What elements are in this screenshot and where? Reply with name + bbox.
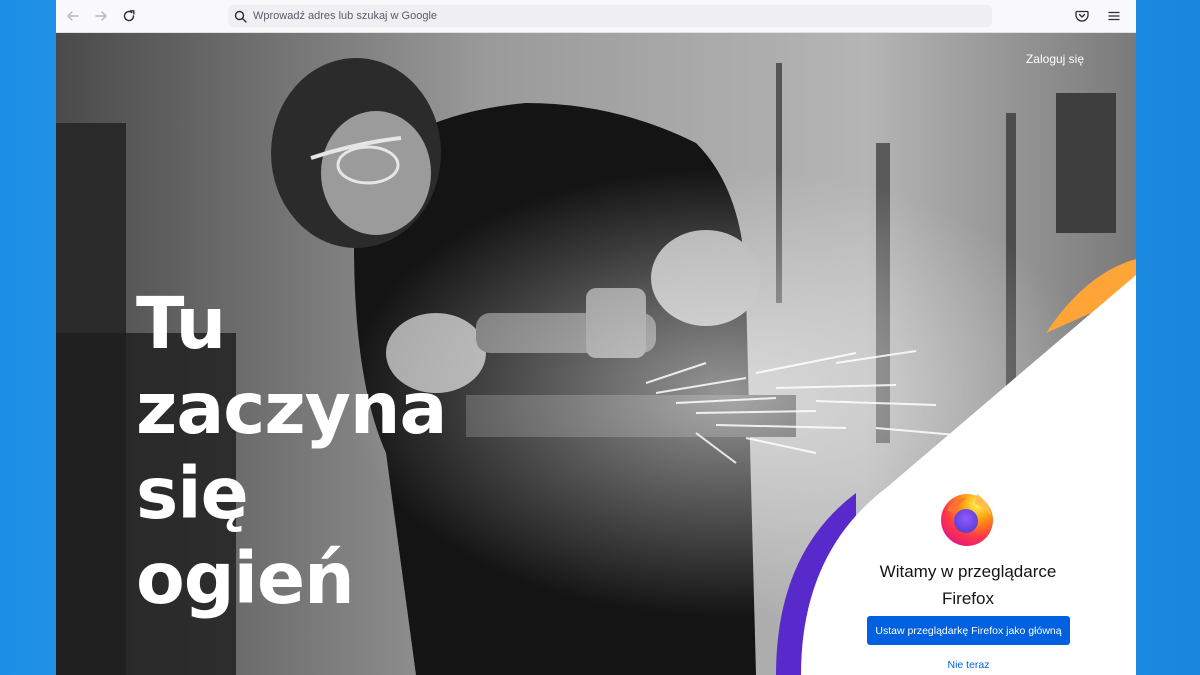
not-now-link[interactable]: Nie teraz <box>868 659 1069 671</box>
pocket-icon <box>1075 10 1089 22</box>
headline-line: Tu <box>136 282 226 365</box>
reload-button[interactable] <box>116 3 142 29</box>
welcome-title: Witamy w przeglądarce Firefox <box>879 562 1057 608</box>
headline-line: się <box>136 452 249 535</box>
address-input[interactable] <box>253 10 953 22</box>
reload-icon <box>123 10 135 22</box>
set-default-browser-button[interactable]: Ustaw przeglądarkę Firefox jako główną <box>867 616 1070 645</box>
menu-button[interactable] <box>1102 4 1126 28</box>
hero-headline: Tu zaczyna się ogień <box>136 281 447 621</box>
welcome-page: Zaloguj się Tu zaczyna się ogień Witamy … <box>56 33 1136 675</box>
pocket-button[interactable] <box>1070 4 1094 28</box>
headline-line: zaczyna <box>136 367 447 450</box>
hamburger-menu-icon <box>1108 11 1120 21</box>
search-icon <box>234 10 247 23</box>
browser-window: Zaloguj się Tu zaczyna się ogień <box>56 0 1136 675</box>
arrow-right-icon <box>95 11 107 21</box>
arrow-left-icon <box>67 11 79 21</box>
address-bar[interactable] <box>228 5 992 27</box>
forward-button[interactable] <box>88 3 114 29</box>
signin-link[interactable]: Zaloguj się <box>1026 52 1084 66</box>
headline-line: ogień <box>136 537 355 620</box>
firefox-logo-icon <box>941 494 993 546</box>
navigation-toolbar <box>56 0 1136 33</box>
back-button[interactable] <box>60 3 86 29</box>
